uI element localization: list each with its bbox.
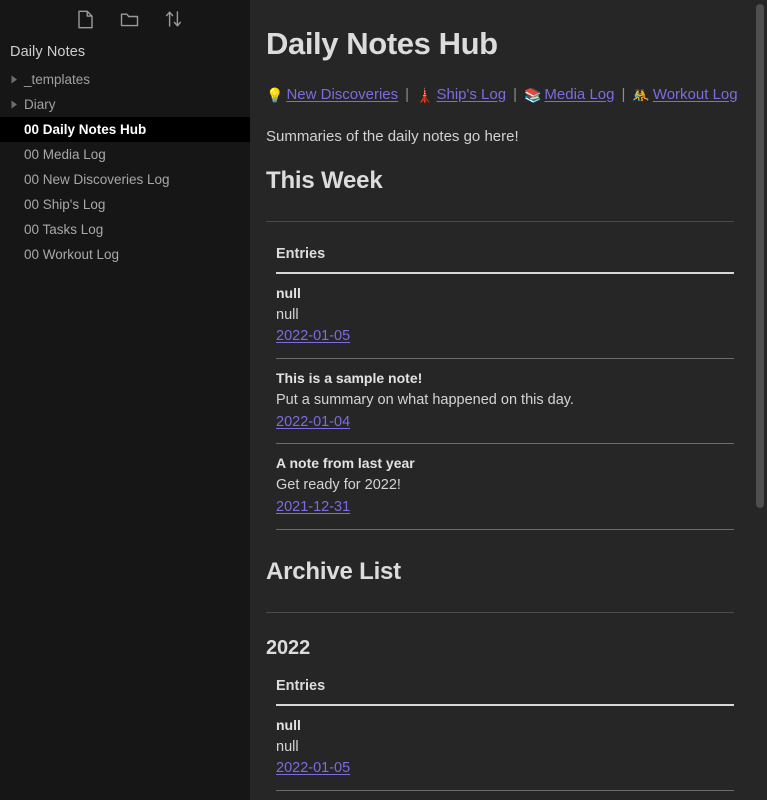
entries-table-archive-2022: Entries null null 2022-01-05 This is a s… [276, 677, 734, 800]
chevron-right-icon[interactable] [6, 75, 22, 84]
table-row: This is a sample note! Put a summary on … [276, 790, 734, 800]
entry-cell: This is a sample note! Put a summary on … [276, 358, 734, 445]
link-workout-log[interactable]: Workout Log [653, 86, 738, 103]
sidebar-item-label: 00 Tasks Log [24, 222, 104, 237]
archive-year-heading: 2022 [266, 636, 311, 659]
sidebar-item-templates[interactable]: _templates [0, 67, 250, 92]
app-window: Daily Notes _templates Diary 00 Daily No… [0, 0, 767, 800]
nav-separator: | [513, 85, 517, 103]
section-divider [266, 611, 734, 613]
table-row: null null 2022-01-05 [276, 704, 734, 791]
entry-date-link[interactable]: 2022-01-05 [276, 326, 350, 348]
section-divider [266, 220, 734, 222]
entry-cell: null null 2022-01-05 [276, 272, 734, 360]
nav-separator: | [621, 85, 626, 103]
link-new-discoveries[interactable]: New Discoveries [286, 86, 398, 103]
nav-separator: | [405, 85, 410, 103]
section-heading-this-week: This Week [266, 166, 383, 194]
entry-title: null [276, 284, 301, 301]
new-note-icon[interactable] [74, 8, 96, 30]
link-ships-log[interactable]: Ship's Log [436, 86, 506, 103]
sidebar-toolbar [0, 0, 250, 38]
table-row: null null 2022-01-05 [276, 272, 734, 360]
entry-cell: This is a sample note! Put a summary on … [276, 790, 734, 800]
entry-summary: null [276, 306, 299, 323]
page-title: Daily Notes Hub [266, 26, 498, 61]
file-tree: _templates Diary 00 Daily Notes Hub 00 M… [0, 67, 250, 267]
table-header-row: Entries [276, 245, 734, 274]
sidebar-item-media-log[interactable]: 00 Media Log [0, 142, 250, 167]
chevron-right-icon[interactable] [6, 100, 22, 109]
sidebar-item-label: 00 Media Log [24, 147, 106, 162]
sidebar-item-label: 00 Ship's Log [24, 197, 106, 212]
vertical-scrollbar[interactable] [754, 0, 767, 800]
file-explorer-sidebar: Daily Notes _templates Diary 00 Daily No… [0, 0, 250, 800]
sidebar-root-title: Daily Notes [10, 44, 86, 60]
table-header-row: Entries [276, 677, 734, 706]
note-content: Daily Notes Hub 💡 New Discoveries | 🗼 Ship's… [250, 0, 767, 800]
entry-cell: A note from last year Get ready for 2022… [276, 443, 734, 530]
sidebar-item-label: Diary [24, 97, 56, 112]
intro-text: Summaries of the daily notes go here! [266, 128, 519, 146]
table-row: This is a sample note! Put a summary on … [276, 358, 734, 445]
sidebar-item-new-discoveries-log[interactable]: 00 New Discoveries Log [0, 167, 250, 192]
sidebar-item-ships-log[interactable]: 00 Ship's Log [0, 192, 250, 217]
entry-summary: null [276, 738, 299, 755]
light-bulb-icon: 💡 [266, 86, 284, 103]
sidebar-item-daily-notes-hub[interactable]: 00 Daily Notes Hub [0, 117, 250, 142]
entries-table-this-week: Entries null null 2022-01-05 This is a s… [276, 245, 734, 530]
entry-title: null [276, 716, 301, 733]
entry-summary: Put a summary on what happened on this d… [276, 392, 574, 409]
entry-summary: Get ready for 2022! [276, 477, 401, 494]
table-row: A note from last year Get ready for 2022… [276, 443, 734, 530]
sidebar-item-label: 00 New Discoveries Log [24, 172, 170, 187]
sidebar-item-tasks-log[interactable]: 00 Tasks Log [0, 217, 250, 242]
books-icon: 📚 [523, 86, 542, 103]
entry-title: This is a sample note! [276, 370, 423, 387]
section-heading-archive-list: Archive List [266, 557, 401, 585]
entry-date-link[interactable]: 2022-01-04 [276, 412, 350, 434]
entry-cell: null null 2022-01-05 [276, 704, 734, 791]
sort-order-icon[interactable] [162, 8, 184, 30]
sidebar-item-label: _templates [24, 72, 91, 87]
wrestling-icon: 🤼 [632, 86, 650, 103]
sidebar-item-diary[interactable]: Diary [0, 92, 250, 117]
column-header-entries: Entries [276, 245, 734, 274]
scrollbar-thumb[interactable] [756, 4, 764, 508]
sidebar-item-label: 00 Daily Notes Hub [24, 122, 147, 137]
note-editor-pane: Daily Notes Hub 💡 New Discoveries | 🗼 Ship's… [250, 0, 767, 800]
entry-date-link[interactable]: 2022-01-05 [276, 758, 350, 780]
sidebar-item-workout-log[interactable]: 00 Workout Log [0, 242, 250, 267]
link-media-log[interactable]: Media Log [544, 86, 614, 103]
nav-links: 💡 New Discoveries | 🗼 Ship's Log | 📚 Media Log |… [266, 84, 738, 106]
lighthouse-icon: 🗼 [416, 86, 434, 103]
column-header-entries: Entries [276, 677, 734, 706]
entry-title: A note from last year [276, 455, 415, 472]
sidebar-item-label: 00 Workout Log [24, 247, 120, 262]
new-folder-icon[interactable] [118, 8, 140, 30]
entry-date-link[interactable]: 2021-12-31 [276, 497, 350, 519]
